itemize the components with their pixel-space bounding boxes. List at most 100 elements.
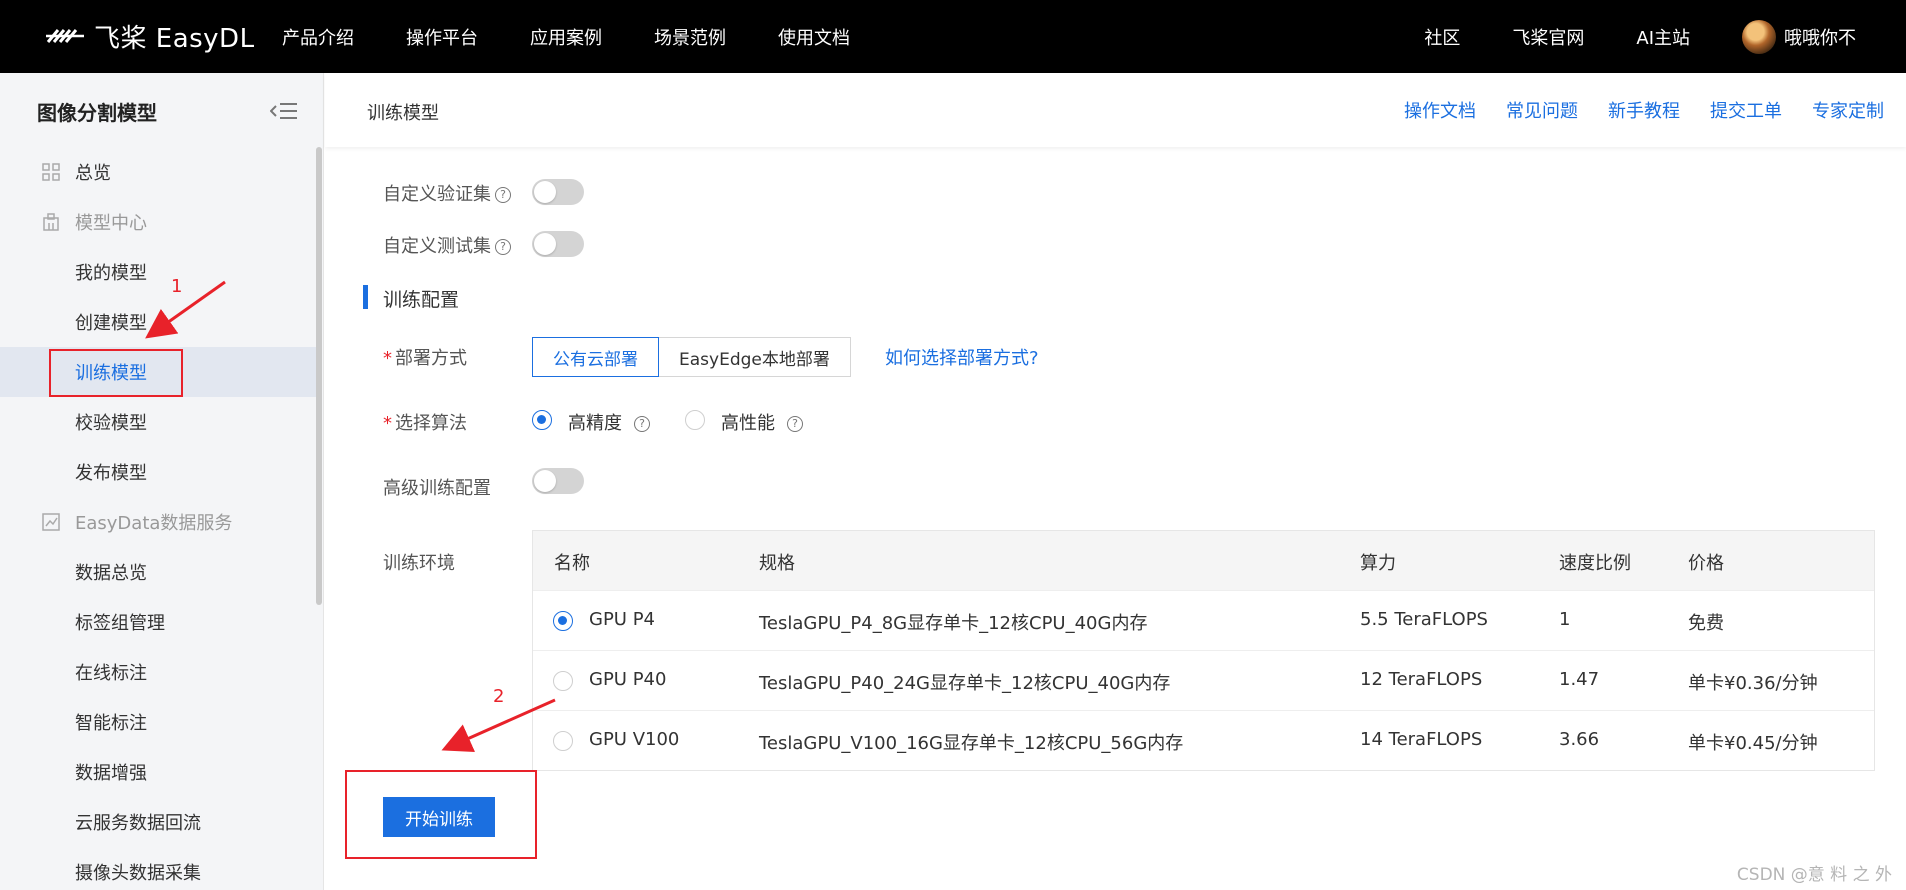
sidebar-item-camera-capture[interactable]: 摄像头数据采集 xyxy=(0,847,316,890)
custom-val-text: 自定义验证集 xyxy=(383,184,491,205)
env-radio[interactable] xyxy=(553,611,573,631)
collapse-sidebar-icon[interactable] xyxy=(270,101,298,121)
user-menu[interactable]: 哦哦你不 xyxy=(1742,19,1856,54)
custom-test-label: 自定义测试集? xyxy=(383,232,511,258)
algo-option-high-accuracy: 高精度? xyxy=(568,409,650,435)
cell-price: 单卡¥0.36/分钟 xyxy=(1688,673,1818,694)
annotation-step-1: 1 xyxy=(171,276,183,297)
paddle-logo-icon xyxy=(46,29,84,43)
link-faq[interactable]: 常见问题 xyxy=(1506,97,1578,123)
sidebar-item-label: EasyData数据服务 xyxy=(75,513,233,534)
env-radio[interactable] xyxy=(553,671,573,691)
cell-compute: 12 TeraFLOPS xyxy=(1360,669,1483,690)
sidebar-item-overview[interactable]: 总览 xyxy=(0,147,316,197)
sidebar-title: 图像分割模型 xyxy=(37,101,157,125)
sidebar-group-model-center[interactable]: 模型中心 xyxy=(0,197,316,247)
sidebar-item-data-augmentation[interactable]: 数据增强 xyxy=(0,747,316,797)
table-row[interactable]: GPU P4 TeslaGPU_P4_8G显存单卡_12核CPU_40G内存 5… xyxy=(533,590,1874,650)
main-nav: 产品介绍 操作平台 应用案例 场景范例 使用文档 xyxy=(282,0,902,73)
custom-test-toggle[interactable] xyxy=(532,231,584,257)
sidebar-item-label: 数据增强 xyxy=(75,763,147,784)
help-icon[interactable]: ? xyxy=(495,187,511,203)
link-submit-ticket[interactable]: 提交工单 xyxy=(1710,97,1782,123)
custom-test-text: 自定义测试集 xyxy=(383,236,491,257)
top-nav-bar: 飞桨 EasyDL 产品介绍 操作平台 应用案例 场景范例 使用文档 社区 飞桨… xyxy=(0,0,1906,73)
advanced-label: 高级训练配置 xyxy=(383,478,491,499)
col-name: 名称 xyxy=(554,553,590,574)
nav-docs[interactable]: 使用文档 xyxy=(778,24,850,50)
env-radio[interactable] xyxy=(553,731,573,751)
sidebar-scrollbar[interactable] xyxy=(316,147,322,605)
cell-price: 单卡¥0.45/分钟 xyxy=(1688,733,1818,754)
help-icon[interactable]: ? xyxy=(787,416,803,432)
nav-ai-site[interactable]: AI主站 xyxy=(1636,24,1690,50)
sidebar-item-online-labeling[interactable]: 在线标注 xyxy=(0,647,316,697)
cell-name: GPU V100 xyxy=(589,729,680,750)
brand-name: 飞桨 EasyDL xyxy=(94,23,255,54)
custom-val-toggle[interactable] xyxy=(532,179,584,205)
cell-compute: 5.5 TeraFLOPS xyxy=(1360,609,1488,630)
user-name: 哦哦你不 xyxy=(1784,27,1856,49)
table-row[interactable]: GPU P40 TeslaGPU_P40_24G显存单卡_12核CPU_40G内… xyxy=(533,650,1874,710)
sidebar-item-label: 摄像头数据采集 xyxy=(75,863,201,884)
cell-name: GPU P40 xyxy=(589,669,667,690)
link-docs[interactable]: 操作文档 xyxy=(1404,97,1476,123)
cell-spec: TeslaGPU_V100_16G显存单卡_12核CPU_56G内存 xyxy=(759,733,1184,754)
nav-scenarios[interactable]: 场景范例 xyxy=(654,24,726,50)
advanced-toggle[interactable] xyxy=(532,468,584,494)
nav-cases[interactable]: 应用案例 xyxy=(530,24,602,50)
cell-compute: 14 TeraFLOPS xyxy=(1360,729,1483,750)
sidebar-item-label: 数据总览 xyxy=(75,563,147,584)
sidebar-item-data-overview[interactable]: 数据总览 xyxy=(0,547,316,597)
nav-paddle-site[interactable]: 飞桨官网 xyxy=(1512,24,1584,50)
sidebar-item-label: 云服务数据回流 xyxy=(75,813,201,834)
algo-radio-high-performance[interactable] xyxy=(685,410,705,430)
content-header: 训练模型 操作文档 常见问题 新手教程 提交工单 专家定制 xyxy=(325,73,1906,147)
nav-platform[interactable]: 操作平台 xyxy=(406,24,478,50)
deploy-option-cloud[interactable]: 公有云部署 xyxy=(532,337,659,377)
cell-spec: TeslaGPU_P40_24G显存单卡_12核CPU_40G内存 xyxy=(759,673,1171,694)
deploy-option-edge[interactable]: EasyEdge本地部署 xyxy=(659,337,851,377)
sidebar-item-label-groups[interactable]: 标签组管理 xyxy=(0,597,316,647)
custom-val-label: 自定义验证集? xyxy=(383,180,511,206)
help-icon[interactable]: ? xyxy=(634,416,650,432)
brand-logo[interactable]: 飞桨 EasyDL xyxy=(44,18,255,54)
sidebar-item-smart-labeling[interactable]: 智能标注 xyxy=(0,697,316,747)
sidebar-item-label: 发布模型 xyxy=(75,463,147,484)
start-training-button[interactable]: 开始训练 xyxy=(383,797,495,837)
sidebar: 图像分割模型 总览 模型中心 我的模型 创建模型 训练模型 校验模型 发布模型 … xyxy=(0,73,324,890)
sidebar-item-label: 我的模型 xyxy=(75,263,147,284)
required-mark: * xyxy=(383,348,392,369)
annotation-highlight-box-1 xyxy=(49,349,183,397)
sidebar-item-label: 标签组管理 xyxy=(75,613,165,634)
table-row[interactable]: GPU V100 TeslaGPU_V100_16G显存单卡_12核CPU_56… xyxy=(533,710,1874,770)
sidebar-item-label: 总览 xyxy=(75,163,111,184)
sidebar-item-validate-model[interactable]: 校验模型 xyxy=(0,397,316,447)
annotation-step-2: 2 xyxy=(493,686,505,707)
link-expert-custom[interactable]: 专家定制 xyxy=(1812,97,1884,123)
deploy-help-link[interactable]: 如何选择部署方式? xyxy=(885,344,1039,370)
link-tutorial[interactable]: 新手教程 xyxy=(1608,97,1680,123)
sidebar-item-label: 创建模型 xyxy=(75,313,147,334)
avatar xyxy=(1742,19,1776,54)
sidebar-item-my-models[interactable]: 我的模型 xyxy=(0,247,316,297)
algo-option-text: 高性能 xyxy=(721,413,775,434)
cell-name: GPU P4 xyxy=(589,609,656,630)
algo-radio-high-accuracy[interactable] xyxy=(532,410,552,430)
algo-label-text: 选择算法 xyxy=(395,413,467,434)
help-icon[interactable]: ? xyxy=(495,239,511,255)
nav-community[interactable]: 社区 xyxy=(1424,24,1460,50)
sidebar-item-create-model[interactable]: 创建模型 xyxy=(0,297,316,347)
col-compute: 算力 xyxy=(1360,553,1396,574)
watermark: CSDN @意 料 之 外 xyxy=(1736,865,1892,885)
nav-product-intro[interactable]: 产品介绍 xyxy=(282,24,354,50)
table-header: 名称 规格 算力 速度比例 价格 xyxy=(533,531,1874,590)
deploy-label-text: 部署方式 xyxy=(395,348,467,369)
chart-icon xyxy=(42,513,60,531)
sidebar-item-label: 校验模型 xyxy=(75,413,147,434)
sidebar-group-easydata[interactable]: EasyData数据服务 xyxy=(0,497,316,547)
sidebar-item-publish-model[interactable]: 发布模型 xyxy=(0,447,316,497)
cell-speed: 1 xyxy=(1559,609,1571,630)
help-links: 操作文档 常见问题 新手教程 提交工单 专家定制 xyxy=(1374,97,1884,123)
sidebar-item-cloud-data-reflow[interactable]: 云服务数据回流 xyxy=(0,797,316,847)
